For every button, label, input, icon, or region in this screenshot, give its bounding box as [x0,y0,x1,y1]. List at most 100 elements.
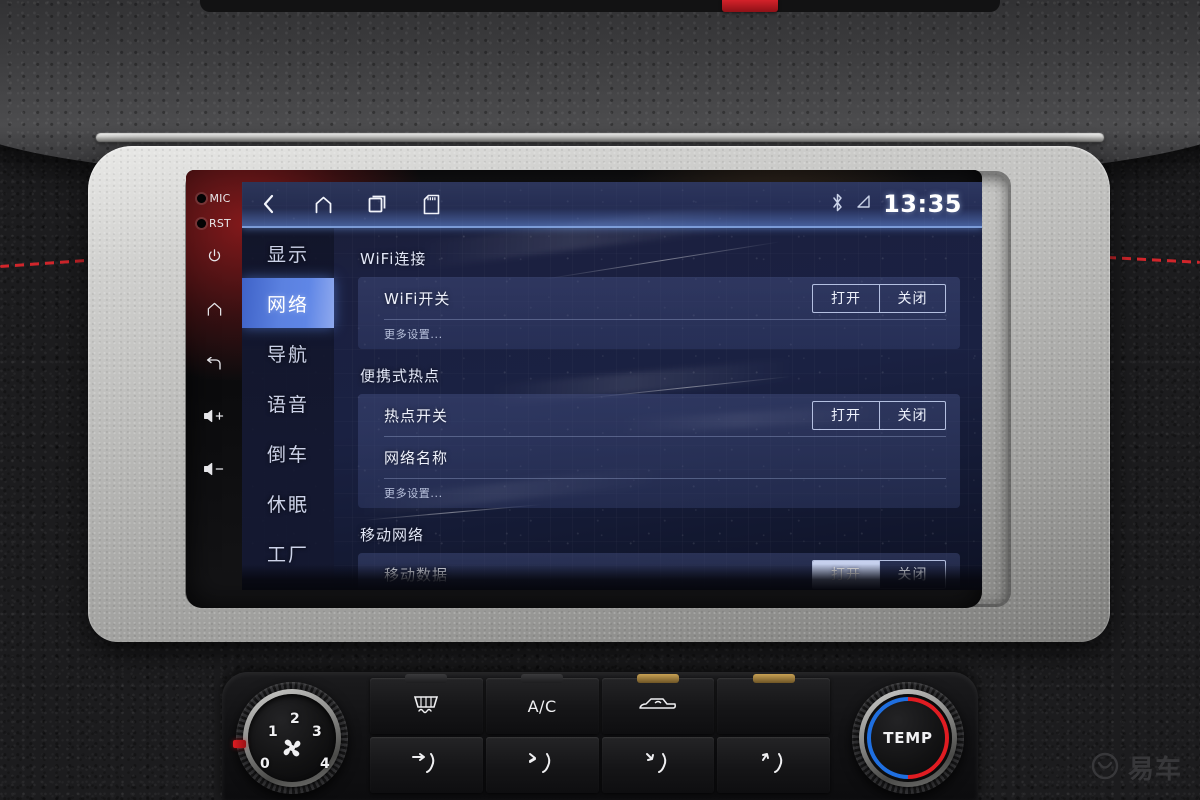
ac-indicator [521,674,564,683]
mic-hole-icon [197,194,207,203]
reset-hole-icon [197,219,207,228]
mobile-network-card: 移动数据 打开 关闭 [358,553,960,590]
blank-button-1[interactable] [717,674,830,734]
sidebar-label: 语音 [266,393,309,416]
mobile-data-on-button[interactable]: 打开 [813,560,879,588]
sidebar-item-network[interactable]: 网络 [242,278,334,328]
volume-down-icon [203,462,225,476]
recirc-icon [638,694,678,718]
sidebar-label: 休眠 [266,493,309,516]
hardware-button-column: MIC RST [186,170,242,608]
airflow-face-feet-button[interactable] [485,737,599,793]
section-title-wifi: WiFi连接 [360,250,427,268]
sidebar-item-reverse[interactable]: 倒车 [242,428,334,478]
settings-sidebar: 显示 网络 导航 语音 倒车 休眠 工厂 [242,228,334,590]
hotspot-switch-label: 热点开关 [384,406,449,425]
sidebar-item-navigation[interactable]: 导航 [242,328,334,378]
section-title-mobile-network: 移动网络 [360,526,425,544]
sidebar-label: 网络 [266,293,309,316]
recents-square-icon [367,194,387,214]
nav-sdcard-button[interactable] [404,182,458,227]
sidebar-item-factory[interactable]: 工厂 [242,528,334,578]
fan-knob-face: 0 1 2 3 4 [248,694,336,782]
nav-home-button[interactable] [296,182,350,227]
defrost-icon [411,693,441,719]
mic-button[interactable]: MIC [186,192,242,205]
reset-label: RST [209,217,231,230]
wifi-on-button[interactable]: 打开 [813,285,879,312]
back-hardware-button[interactable] [186,357,242,372]
sidebar-item-voice[interactable]: 语音 [242,378,334,428]
temp-knob-ring: TEMP [850,680,966,796]
hvac-button-grid: A/C [370,674,830,796]
volume-down-button[interactable] [186,462,242,476]
ac-button[interactable]: A/C [485,674,599,734]
yiche-logo-icon [1090,751,1120,785]
fan-icon [279,735,305,765]
airflow-bi-icon [525,750,559,780]
hotspot-more-settings-row[interactable]: 更多设置... [358,478,960,508]
nav-back-button[interactable] [242,182,296,227]
rear-defrost-button[interactable] [370,674,483,734]
sidebar-label: 倒车 [266,443,309,466]
sidebar-item-sleep[interactable]: 休眠 [242,478,334,528]
fan-speed-knob[interactable]: 0 1 2 3 4 [233,682,348,794]
wifi-switch-row: WiFi开关 打开 关闭 [358,277,960,319]
airflow-defrost-icon [757,750,791,780]
fan-pos-2: 2 [290,711,300,727]
fan-pos-3: 3 [312,724,322,740]
hotspot-more-settings-link: 更多设置... [384,487,443,500]
nav-recents-button[interactable] [350,182,404,227]
sidebar-label: 显示 [266,243,309,266]
mic-label: MIC [209,192,231,205]
sidebar-item-display[interactable]: 显示 [242,228,334,278]
wifi-switch-label: WiFi开关 [384,289,451,308]
section-title-hotspot: 便携式热点 [360,367,441,385]
mobile-data-off-button[interactable]: 关闭 [879,560,945,588]
wifi-toggle-group: 打开 关闭 [812,283,946,313]
mobile-data-label: 移动数据 [384,565,449,584]
airflow-face-button[interactable] [370,737,483,793]
hazard-indicator [722,0,778,12]
hvac-panel: 0 1 2 3 4 A/C TEMP [222,672,978,800]
airflow-feet-button[interactable] [601,737,715,793]
power-icon [207,248,222,263]
sidebar-label: 导航 [266,343,309,366]
hotspot-ssid-label: 网络名称 [384,448,449,467]
chrome-trim-strip [95,133,1105,142]
sidebar-label: 工厂 [266,543,309,566]
fan-pos-0: 0 [260,756,270,772]
home-hardware-button[interactable] [186,302,242,317]
wifi-more-settings-row[interactable]: 更多设置... [358,319,960,349]
ac-label: A/C [527,696,557,716]
home-icon [313,194,334,215]
power-button[interactable] [186,248,242,263]
temperature-knob[interactable]: TEMP [850,680,966,796]
hotspot-ssid-row[interactable]: 网络名称 [358,436,960,478]
recirculation-indicator [636,674,679,683]
temp-label: TEMP [883,729,933,747]
recirculation-button[interactable] [601,674,715,734]
settings-content: WiFi连接 WiFi开关 打开 关闭 更多设置... 便携式热点 热点开关 打… [334,228,982,590]
blank-button-1-indicator [752,674,795,683]
mobile-data-toggle-group: 打开 关闭 [812,559,946,589]
status-indicators: 13:35 [831,190,982,218]
hotspot-on-button[interactable]: 打开 [813,402,879,429]
volume-up-icon [203,409,225,423]
bluetooth-icon [831,193,844,216]
hotspot-switch-row: 热点开关 打开 关闭 [358,394,960,436]
hotspot-off-button[interactable]: 关闭 [879,401,945,429]
airflow-feet-icon [641,750,675,780]
wifi-off-button[interactable]: 关闭 [879,284,945,312]
infotainment-screen: 13:35 显示 网络 导航 语音 倒车 休眠 工厂 WiFi连接 WiFi开关 [242,182,982,590]
volume-up-button[interactable] [186,409,242,423]
airflow-face-icon [409,750,443,780]
fan-pos-1: 1 [268,724,278,740]
home-icon [206,302,223,317]
airflow-defrost-button[interactable] [717,737,830,793]
fan-position-indicator [233,740,246,749]
mobile-data-row: 移动数据 打开 关闭 [358,553,960,590]
reset-button[interactable]: RST [186,217,242,230]
back-chevron-icon [259,193,279,215]
rear-defrost-indicator [405,674,448,683]
